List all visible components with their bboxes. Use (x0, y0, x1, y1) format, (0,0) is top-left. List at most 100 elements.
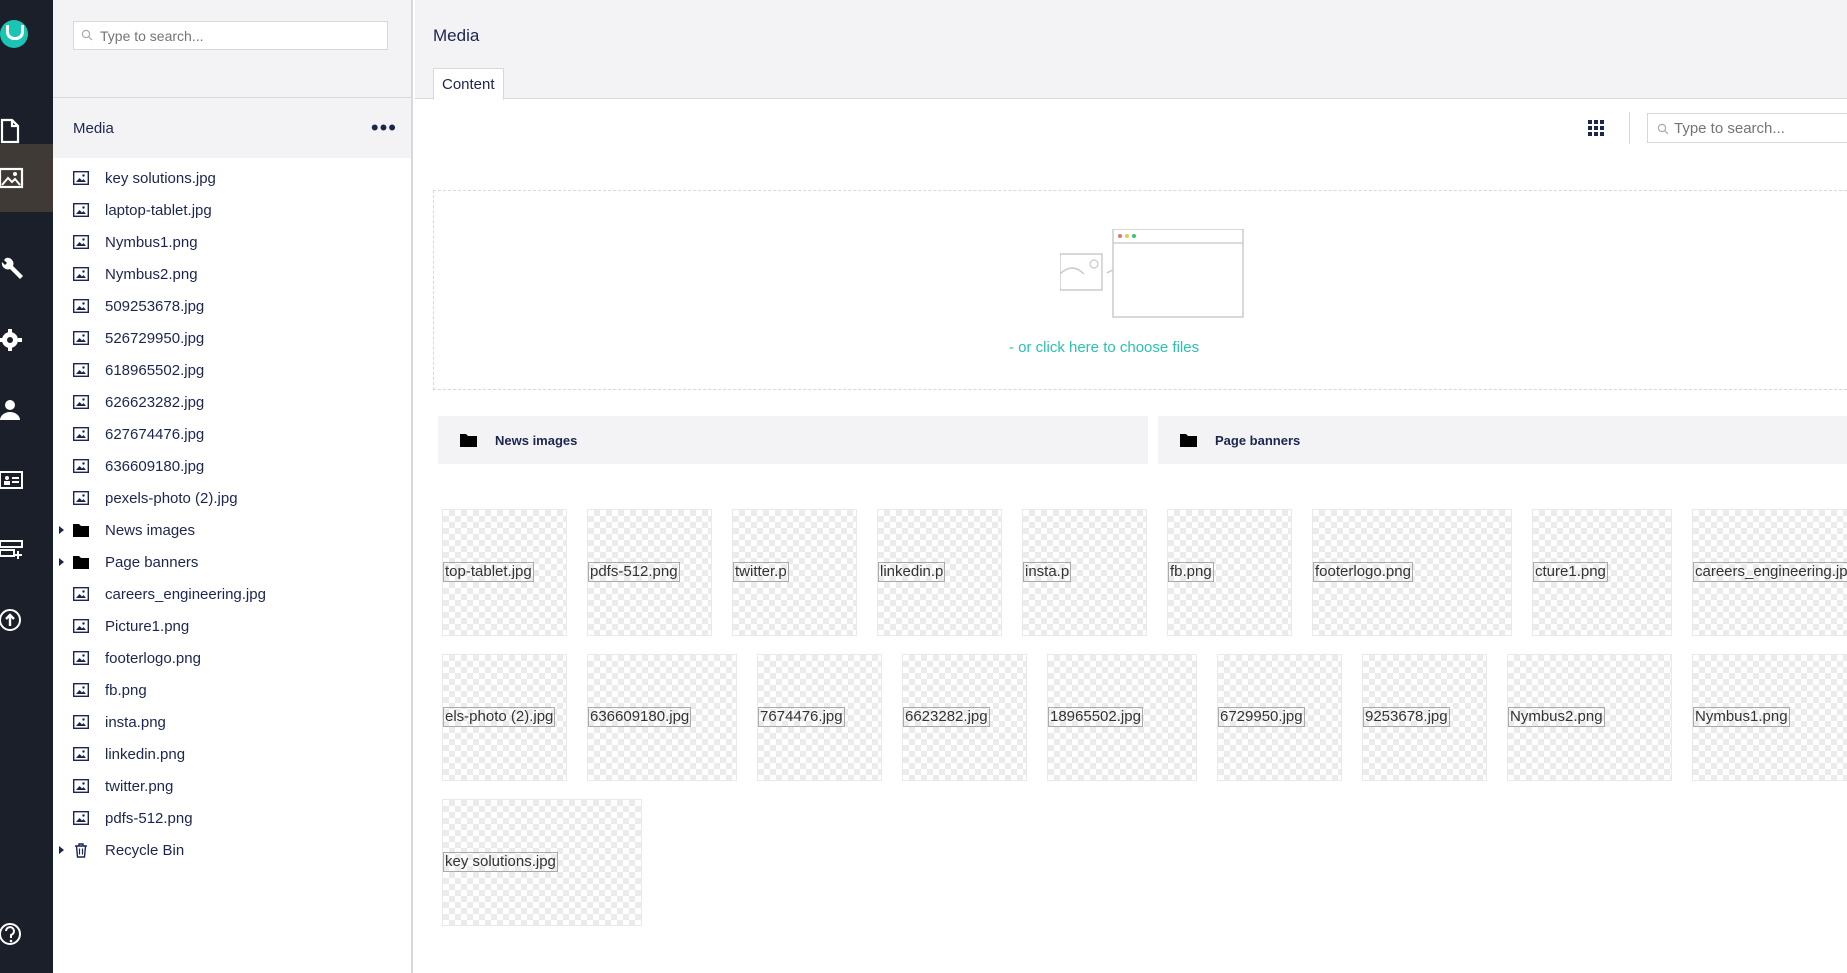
media-tile[interactable]: insta.p (1022, 509, 1147, 636)
media-tile[interactable]: 18965502.jpg (1047, 654, 1197, 781)
broken-image-alt-text: 7674476.jpg (758, 707, 845, 727)
tree-item-label: 509253678.jpg (105, 297, 205, 315)
tree-item[interactable]: careers_engineering.jpg (53, 578, 411, 610)
tree-item[interactable]: Recycle Bin (53, 834, 411, 866)
tree-item-label: twitter.png (105, 777, 174, 795)
tree-item[interactable]: 618965502.jpg (53, 354, 411, 386)
media-tile[interactable]: 7674476.jpg (757, 654, 882, 781)
deploy-icon[interactable] (0, 586, 53, 654)
settings-wrench-icon[interactable] (0, 236, 53, 304)
tree-item[interactable]: pexels-photo (2).jpg (53, 482, 411, 514)
tab-content[interactable]: Content (433, 68, 504, 100)
expand-caret-icon[interactable] (59, 846, 64, 854)
image-file-icon (73, 651, 89, 665)
tree-item[interactable]: key solutions.jpg (53, 162, 411, 194)
broken-image-alt-text: insta.p (1023, 562, 1072, 582)
expand-caret-icon[interactable] (59, 526, 64, 534)
tree-item[interactable]: 636609180.jpg (53, 450, 411, 482)
broken-image-alt-text: pdfs-512.png (588, 562, 680, 582)
tree-item-label: Recycle Bin (105, 841, 185, 859)
tree-item[interactable]: Nymbus2.png (53, 258, 411, 290)
list-toolbar (1587, 110, 1847, 148)
folder-card-page-banners[interactable]: Page banners (1158, 416, 1847, 464)
tree-item[interactable]: Page banners (53, 546, 411, 578)
tree-item[interactable]: footerlogo.png (53, 642, 411, 674)
gear-icon[interactable] (0, 306, 53, 374)
broken-image-alt-text: Nymbus1.png (1693, 707, 1790, 727)
folder-icon (1180, 434, 1197, 447)
tree-item-label: News images (105, 521, 196, 539)
media-section-icon[interactable] (0, 144, 53, 212)
trash-icon (75, 843, 87, 858)
image-file-icon (73, 267, 89, 281)
broken-image-alt-text: footerlogo.png (1313, 562, 1413, 582)
media-tile[interactable]: Nymbus2.png (1507, 654, 1672, 781)
tree-item[interactable]: 526729950.jpg (53, 322, 411, 354)
image-file-icon (73, 459, 89, 473)
tree-search-box[interactable] (73, 21, 388, 50)
tree-item-label: Picture1.png (105, 617, 190, 635)
tree-item[interactable]: insta.png (53, 706, 411, 738)
tree-item[interactable]: Nymbus1.png (53, 226, 411, 258)
choose-files-link[interactable]: - or click here to choose files (1009, 339, 1199, 356)
logo-icon[interactable] (0, 20, 28, 48)
media-tile[interactable]: 6729950.jpg (1217, 654, 1342, 781)
media-tile[interactable]: cture1.png (1532, 509, 1672, 636)
image-file-icon (73, 395, 89, 409)
tree-item[interactable]: Picture1.png (53, 610, 411, 642)
tree-item[interactable]: 626623282.jpg (53, 386, 411, 418)
tree-item-label: footerlogo.png (105, 649, 201, 667)
broken-image-alt-text: Nymbus2.png (1508, 707, 1605, 727)
grid-view-icon[interactable] (1587, 119, 1605, 137)
broken-image-alt-text: cture1.png (1533, 562, 1608, 582)
tree-item-label: key solutions.jpg (105, 169, 216, 187)
broken-image-alt-text: linkedin.p (878, 562, 946, 582)
media-tile[interactable]: top-tablet.jpg (442, 509, 567, 636)
tree-item-label: 626623282.jpg (105, 393, 205, 411)
media-tile[interactable]: footerlogo.png (1312, 509, 1512, 636)
broken-image-alt-text: 6623282.jpg (903, 707, 990, 727)
tree-item-label: fb.png (105, 681, 147, 699)
image-file-icon (73, 171, 89, 185)
content-search-box[interactable] (1647, 113, 1847, 143)
content-search-input[interactable] (1648, 114, 1847, 142)
help-icon[interactable] (0, 900, 53, 968)
media-tile[interactable]: linkedin.p (877, 509, 1002, 636)
tree-item[interactable]: laptop-tablet.jpg (53, 194, 411, 226)
upload-dropzone[interactable]: - or click here to choose files (433, 190, 1847, 390)
media-tile[interactable]: 9253678.jpg (1362, 654, 1487, 781)
tree-item[interactable]: 627674476.jpg (53, 418, 411, 450)
expand-caret-icon[interactable] (59, 558, 64, 566)
tree-section-title[interactable]: Media (73, 120, 114, 137)
tree-item[interactable]: News images (53, 514, 411, 546)
image-file-icon (73, 715, 89, 729)
media-tile[interactable]: key solutions.jpg (442, 799, 642, 926)
media-tile[interactable]: pdfs-512.png (587, 509, 712, 636)
tree-search-area (53, 0, 411, 98)
media-tile[interactable]: els-photo (2).jpg (442, 654, 567, 781)
image-file-icon (73, 299, 89, 313)
tree-item[interactable]: fb.png (53, 674, 411, 706)
user-icon[interactable] (0, 376, 53, 444)
media-tile[interactable]: fb.png (1167, 509, 1292, 636)
media-tile[interactable]: careers_engineering.jpg (1692, 509, 1847, 636)
upload-illustration-icon (1060, 229, 1244, 318)
media-tile[interactable]: twitter.p (732, 509, 857, 636)
forms-icon[interactable] (0, 516, 53, 584)
media-tile[interactable]: 6623282.jpg (902, 654, 1027, 781)
tree-item-label: Nymbus2.png (105, 265, 198, 283)
folder-card-news-images[interactable]: News images (438, 416, 1148, 464)
media-tile[interactable]: Nymbus1.png (1692, 654, 1847, 781)
tree-item[interactable]: linkedin.png (53, 738, 411, 770)
folder-icon (460, 434, 477, 447)
main-content: Media Content - or (415, 0, 1847, 973)
members-card-icon[interactable] (0, 446, 53, 514)
tree-list: key solutions.jpg laptop-tablet.jpg Nymbus… (53, 158, 411, 866)
tree-item[interactable]: pdfs-512.png (53, 802, 411, 834)
tree-item[interactable]: twitter.png (53, 770, 411, 802)
image-file-icon (73, 683, 89, 697)
media-tile[interactable]: 636609180.jpg (587, 654, 737, 781)
tree-search-input[interactable] (74, 22, 387, 49)
tree-item[interactable]: 509253678.jpg (53, 290, 411, 322)
more-options-button[interactable]: ••• (371, 117, 397, 139)
